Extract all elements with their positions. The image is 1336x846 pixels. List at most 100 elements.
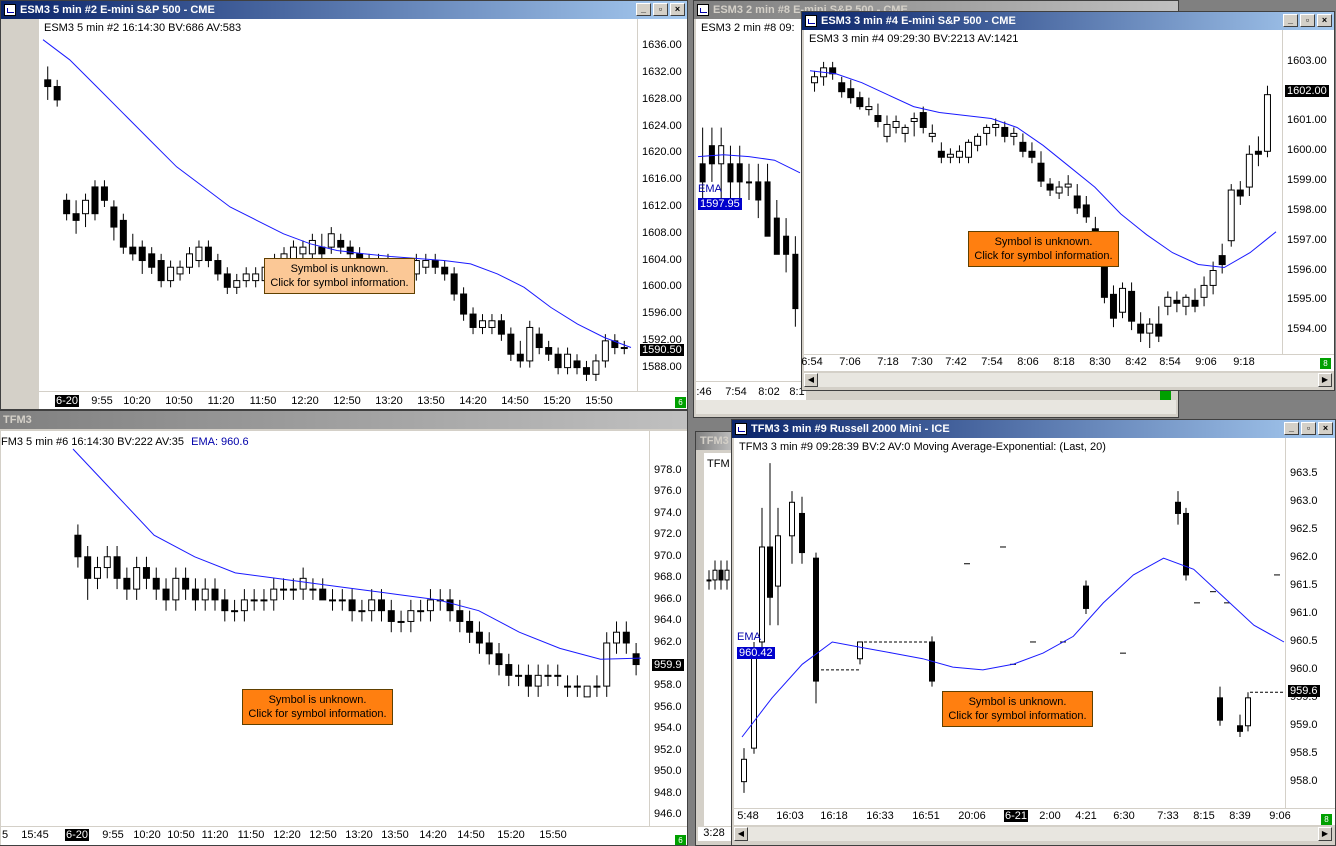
price-scale[interactable]: 978.0 976.0 974.0 972.0 970.0 968.0 966.0 964.0… xyxy=(650,431,687,842)
ema-value-tag: 960.42 xyxy=(737,647,775,659)
time-tick: 15:20 xyxy=(497,829,525,841)
window-icon[interactable] xyxy=(697,4,709,16)
title-bar[interactable]: TFM3 3 min #9 Russell 2000 Mini - ICE _ … xyxy=(732,420,1335,438)
unknown-symbol-notice[interactable]: Symbol is unknown. Click for symbol info… xyxy=(242,689,393,725)
time-tick: 8:06 xyxy=(1017,356,1039,368)
candle-body xyxy=(1227,189,1235,242)
restore-icon[interactable]: ▫ xyxy=(653,3,668,16)
candle-body xyxy=(72,213,80,221)
close-icon[interactable]: × xyxy=(670,3,685,16)
time-axis[interactable]: 3:28 xyxy=(698,827,734,841)
minimize-icon[interactable]: _ xyxy=(1284,422,1299,435)
notice-line-1: Symbol is unknown. xyxy=(290,263,389,275)
chart-window-tfm3-3min[interactable]: TFM3 3 min #9 Russell 2000 Mini - ICE _ … xyxy=(731,419,1336,846)
price-scale[interactable]: 1603.00 1601.00 1600.00 1599.00 1598.00 1597.… xyxy=(1283,30,1334,354)
scroll-right-icon[interactable]: ▶ xyxy=(1318,827,1332,841)
candle-body xyxy=(1083,585,1089,609)
chart-plot-area[interactable]: ESM3 2 min #8 09: EMA 1597.95 xyxy=(696,19,802,381)
candle-body xyxy=(327,233,335,248)
title-bar[interactable]: ESM3 5 min #2 E-mini S&P 500 - CME _ ▫ × xyxy=(1,1,687,19)
restore-icon[interactable]: ▫ xyxy=(1301,422,1316,435)
last-price-tag: 1602.00 xyxy=(1285,84,1329,97)
candle-body xyxy=(1191,299,1199,307)
chart-plot-area[interactable]: TFM xyxy=(704,453,732,826)
price-tick: 1620.00 xyxy=(642,146,682,159)
minimize-icon[interactable]: _ xyxy=(636,3,651,16)
candle-body xyxy=(133,567,141,590)
candle-body xyxy=(564,353,572,369)
candle-body xyxy=(524,674,532,687)
title-bar[interactable]: TFM3 xyxy=(696,432,734,450)
chart-window-esm3-5min[interactable]: ESM3 5 min #2 E-mini S&P 500 - CME _ ▫ ×… xyxy=(0,0,688,410)
time-axis[interactable]: :46 7:54 8:02 8:1 xyxy=(696,382,806,400)
unknown-symbol-notice[interactable]: Symbol is unknown. Click for symbol info… xyxy=(968,231,1119,267)
horizontal-scrollbar[interactable] xyxy=(696,400,1176,414)
time-tick: 10:20 xyxy=(133,829,161,841)
candle-body xyxy=(182,577,190,590)
candle-body xyxy=(613,631,621,644)
time-tick: 14:50 xyxy=(457,829,485,841)
chart-plot-area[interactable]: TFM3 3 min #9 09:28:39 BV:2 AV:0 Moving … xyxy=(734,438,1285,808)
time-axis[interactable]: 5 15:45 6-20 9:55 10:20 10:50 11:20 11:50 12:20 1… xyxy=(1,827,687,845)
restore-icon[interactable]: ▫ xyxy=(1300,14,1315,27)
candle-body xyxy=(176,266,184,275)
window-icon[interactable] xyxy=(805,15,817,27)
unknown-symbol-notice[interactable]: Symbol is unknown. Click for symbol info… xyxy=(264,258,415,294)
candle-body xyxy=(1175,501,1181,514)
scroll-left-icon[interactable]: ◀ xyxy=(804,373,818,387)
close-icon[interactable]: × xyxy=(1318,422,1333,435)
candle-body xyxy=(460,293,468,315)
price-scale[interactable]: 1636.00 1632.00 1628.00 1624.00 1620.00 1616.… xyxy=(638,19,687,391)
candle-body xyxy=(417,610,425,613)
time-tick: 11:50 xyxy=(249,395,277,407)
time-tick: 5:48 xyxy=(737,810,759,822)
notice-line-2: Click for symbol information. xyxy=(248,708,387,720)
scroll-right-icon[interactable]: ▶ xyxy=(1318,373,1332,387)
chart-plot-area[interactable]: FM3 5 min #6 16:14:30 BV:222 AV:35 EMA: … xyxy=(1,431,649,826)
title-bar[interactable]: TFM3 xyxy=(0,411,687,429)
unknown-symbol-notice[interactable]: Symbol is unknown. Click for symbol info… xyxy=(942,691,1093,727)
ema-value-tag: 1597.95 xyxy=(698,198,742,210)
time-tick: 12:20 xyxy=(291,395,319,407)
candle-body xyxy=(431,260,439,268)
chart-plot-area[interactable]: ESM3 5 min #2 16:14:30 BV:686 AV:583 Sym… xyxy=(39,19,637,391)
candle-body xyxy=(759,546,765,643)
window-icon[interactable] xyxy=(4,4,16,16)
chart-window-tfm3-bg[interactable]: TFM3 TFM 3:28 xyxy=(695,431,735,846)
candle-body xyxy=(1010,132,1018,137)
minimize-icon[interactable]: _ xyxy=(1283,14,1298,27)
time-tick: 8:39 xyxy=(1229,810,1251,822)
chart-window-tfm3-5min[interactable]: TFM3 FM3 5 min #6 16:14:30 BV:222 AV:35 … xyxy=(0,410,688,846)
chart-window-esm3-3min[interactable]: ESM3 3 min #4 E-mini S&P 500 - CME _ ▫ ×… xyxy=(801,11,1335,391)
candle-body xyxy=(103,556,111,569)
candle-body xyxy=(113,556,121,579)
candle-body xyxy=(1109,293,1117,319)
time-tick: 16:18 xyxy=(820,810,848,822)
candle-body xyxy=(289,588,297,591)
chart-plot-area[interactable]: ESM3 3 min #4 09:29:30 BV:2213 AV:1421 S… xyxy=(804,30,1282,354)
time-tick: 11:50 xyxy=(237,829,265,841)
candle-body xyxy=(450,273,458,295)
time-axis[interactable]: 6:54 7:06 7:18 7:30 7:42 7:54 8:06 8:18 8:30 8:42… xyxy=(802,355,1334,371)
candle-body xyxy=(799,512,805,554)
time-tick: 9:06 xyxy=(1269,810,1291,822)
horizontal-scrollbar[interactable]: ◀ ▶ xyxy=(804,373,1332,387)
candle-body xyxy=(1245,153,1253,188)
candle-body xyxy=(813,557,819,682)
price-tick: 1600.00 xyxy=(1287,144,1327,157)
scroll-left-icon[interactable]: ◀ xyxy=(734,827,748,841)
window-icon[interactable] xyxy=(735,423,747,435)
price-tick: 1598.00 xyxy=(1287,203,1327,216)
candle-body xyxy=(100,186,108,201)
time-tick: 10:50 xyxy=(165,395,193,407)
horizontal-scrollbar[interactable]: ◀ ▶ xyxy=(734,827,1332,841)
time-axis[interactable]: 6-20 9:55 10:20 10:50 11:20 11:50 12:20 12:50 13… xyxy=(39,392,687,409)
candle-body xyxy=(983,126,991,134)
price-scale[interactable]: 963.5 963.0 962.5 962.0 961.5 961.0 960.5 960.0… xyxy=(1286,438,1335,808)
title-bar[interactable]: ESM3 3 min #4 E-mini S&P 500 - CME _ ▫ × xyxy=(802,12,1334,30)
candle-body xyxy=(764,181,771,237)
time-axis[interactable]: 5:48 16:03 16:18 16:33 16:51 20:06 6-21 2:00 4:2… xyxy=(734,809,1335,825)
close-icon[interactable]: × xyxy=(1317,14,1332,27)
time-tick: 8:54 xyxy=(1159,356,1181,368)
candle-body xyxy=(479,320,486,328)
